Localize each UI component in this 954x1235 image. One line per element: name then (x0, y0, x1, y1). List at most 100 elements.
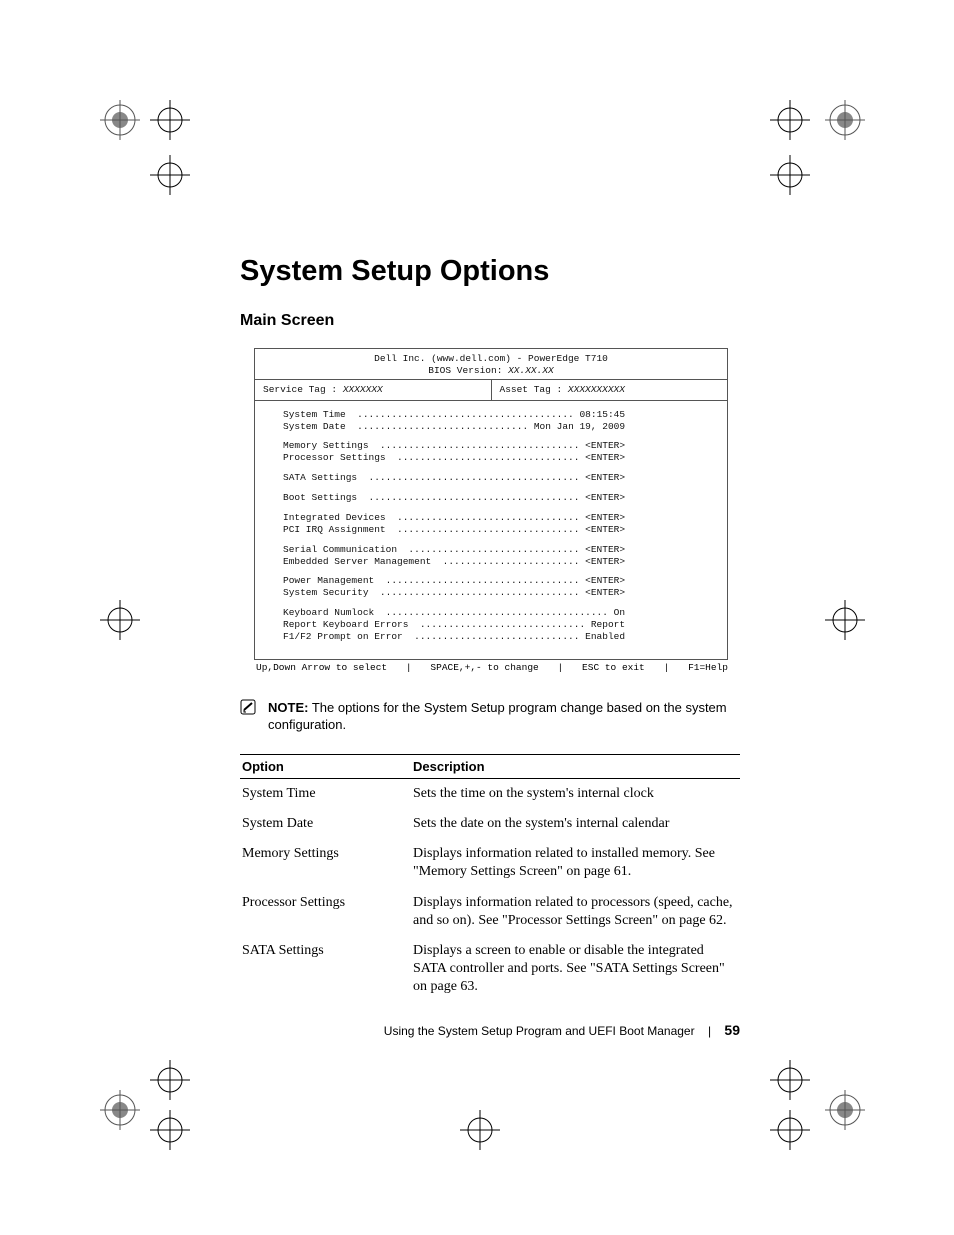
bios-row-label: Boot Settings (283, 492, 369, 504)
crop-mark-icon (825, 100, 865, 140)
bios-row: F1/F2 Prompt on Error ..................… (283, 631, 713, 643)
hint-arrows: Up,Down Arrow to select (256, 662, 387, 673)
bios-row-label: Power Management (283, 575, 386, 587)
crop-mark-icon (100, 100, 140, 140)
crop-mark-icon (825, 600, 865, 640)
crop-mark-icon (100, 1090, 140, 1130)
col-description: Description (411, 754, 740, 778)
section-subtitle: Main Screen (240, 312, 740, 330)
bios-footer-hints: Up,Down Arrow to select | SPACE,+,- to c… (254, 660, 730, 673)
bios-row: Boot Settings ..........................… (283, 492, 713, 504)
crop-mark-icon (100, 600, 140, 640)
bios-row: SATA Settings ..........................… (283, 472, 713, 484)
bios-tags-row: Service Tag : XXXXXXX Asset Tag : XXXXXX… (255, 380, 727, 401)
bios-row-label: Serial Communication (283, 544, 408, 556)
footer-chapter: Using the System Setup Program and UEFI … (384, 1024, 695, 1038)
note-icon (240, 699, 256, 715)
bios-row-label: SATA Settings (283, 472, 369, 484)
option-cell: Processor Settings (240, 888, 411, 936)
bios-row: Serial Communication ...................… (283, 544, 713, 556)
bios-row: System Security ........................… (283, 587, 713, 599)
bios-row-value: <ENTER> (579, 440, 625, 452)
crop-mark-icon (150, 1110, 190, 1150)
bios-row: Memory Settings ........................… (283, 440, 713, 452)
options-table: Option Description System TimeSets the t… (240, 754, 740, 1003)
bios-row-value: <ENTER> (579, 472, 625, 484)
bios-row-value: <ENTER> (579, 452, 625, 464)
bios-screenshot: Dell Inc. (www.dell.com) - PowerEdge T71… (254, 348, 728, 660)
bios-row-label: F1/F2 Prompt on Error (283, 631, 414, 643)
table-row: System TimeSets the time on the system's… (240, 778, 740, 809)
bios-header-line2: BIOS Version: XX.XX.XX (255, 365, 727, 377)
bios-row-label: Memory Settings (283, 440, 380, 452)
bios-row-value: <ENTER> (579, 556, 625, 568)
bios-row: PCI IRQ Assignment .....................… (283, 524, 713, 536)
bios-row-value: <ENTER> (579, 492, 625, 504)
crop-mark-icon (460, 1110, 500, 1150)
note-block: NOTE: The options for the System Setup p… (240, 699, 740, 734)
bios-row: Keyboard Numlock .......................… (283, 607, 713, 619)
bios-row-value: Report (585, 619, 625, 631)
description-cell: Displays information related to processo… (411, 888, 740, 936)
bios-row-value: <ENTER> (579, 512, 625, 524)
option-cell: System Time (240, 778, 411, 809)
bios-row-label: Keyboard Numlock (283, 607, 386, 619)
page-content: System Setup Options Main Screen Dell In… (240, 255, 740, 1003)
bios-row-value: On (608, 607, 625, 619)
page-title: System Setup Options (240, 255, 740, 288)
bios-body: System Time ............................… (255, 401, 727, 659)
table-row: SATA SettingsDisplays a screen to enable… (240, 936, 740, 1003)
bios-row-label: System Time (283, 409, 357, 421)
bios-row-value: Enabled (579, 631, 625, 643)
table-row: Processor SettingsDisplays information r… (240, 888, 740, 936)
footer-page-number: 59 (724, 1022, 740, 1038)
bios-row-value: <ENTER> (579, 587, 625, 599)
bios-row: System Time ............................… (283, 409, 713, 421)
bios-row: Embedded Server Management .............… (283, 556, 713, 568)
option-cell: Memory Settings (240, 839, 411, 887)
bios-row-label: Processor Settings (283, 452, 397, 464)
bios-row-label: PCI IRQ Assignment (283, 524, 397, 536)
crop-mark-icon (825, 1090, 865, 1130)
bios-row-label: System Security (283, 587, 380, 599)
bios-row: Report Keyboard Errors .................… (283, 619, 713, 631)
description-cell: Displays a screen to enable or disable t… (411, 936, 740, 1003)
hint-esc: ESC to exit (582, 662, 645, 673)
bios-header: Dell Inc. (www.dell.com) - PowerEdge T71… (255, 349, 727, 380)
bios-row-label: Report Keyboard Errors (283, 619, 420, 631)
bios-row-label: Integrated Devices (283, 512, 397, 524)
crop-mark-icon (770, 155, 810, 195)
bios-row: System Date ............................… (283, 421, 713, 433)
bios-row: Power Management .......................… (283, 575, 713, 587)
crop-mark-icon (770, 1060, 810, 1100)
table-row: Memory SettingsDisplays information rela… (240, 839, 740, 887)
hint-f1: F1=Help (688, 662, 728, 673)
bios-row: Integrated Devices .....................… (283, 512, 713, 524)
note-text: NOTE: The options for the System Setup p… (266, 699, 740, 734)
bios-row: Processor Settings .....................… (283, 452, 713, 464)
table-row: System DateSets the date on the system's… (240, 809, 740, 839)
asset-tag-cell: Asset Tag : XXXXXXXXXX (492, 380, 728, 400)
crop-mark-icon (770, 1110, 810, 1150)
crop-mark-icon (150, 155, 190, 195)
crop-mark-icon (150, 1060, 190, 1100)
bios-row-value: Mon Jan 19, 2009 (528, 421, 625, 433)
bios-row-value: <ENTER> (579, 544, 625, 556)
bios-row-label: System Date (283, 421, 357, 433)
crop-mark-icon (770, 100, 810, 140)
description-cell: Sets the time on the system's internal c… (411, 778, 740, 809)
bios-row-value: <ENTER> (579, 524, 625, 536)
bios-row-label: Embedded Server Management (283, 556, 443, 568)
page-footer: Using the System Setup Program and UEFI … (240, 1022, 740, 1038)
hint-space: SPACE,+,- to change (430, 662, 538, 673)
option-cell: SATA Settings (240, 936, 411, 1003)
bios-header-line1: Dell Inc. (www.dell.com) - PowerEdge T71… (255, 353, 727, 365)
bios-row-value: <ENTER> (579, 575, 625, 587)
description-cell: Sets the date on the system's internal c… (411, 809, 740, 839)
bios-row-value: 08:15:45 (574, 409, 625, 421)
col-option: Option (240, 754, 411, 778)
crop-mark-icon (150, 100, 190, 140)
description-cell: Displays information related to installe… (411, 839, 740, 887)
service-tag-cell: Service Tag : XXXXXXX (255, 380, 492, 400)
option-cell: System Date (240, 809, 411, 839)
